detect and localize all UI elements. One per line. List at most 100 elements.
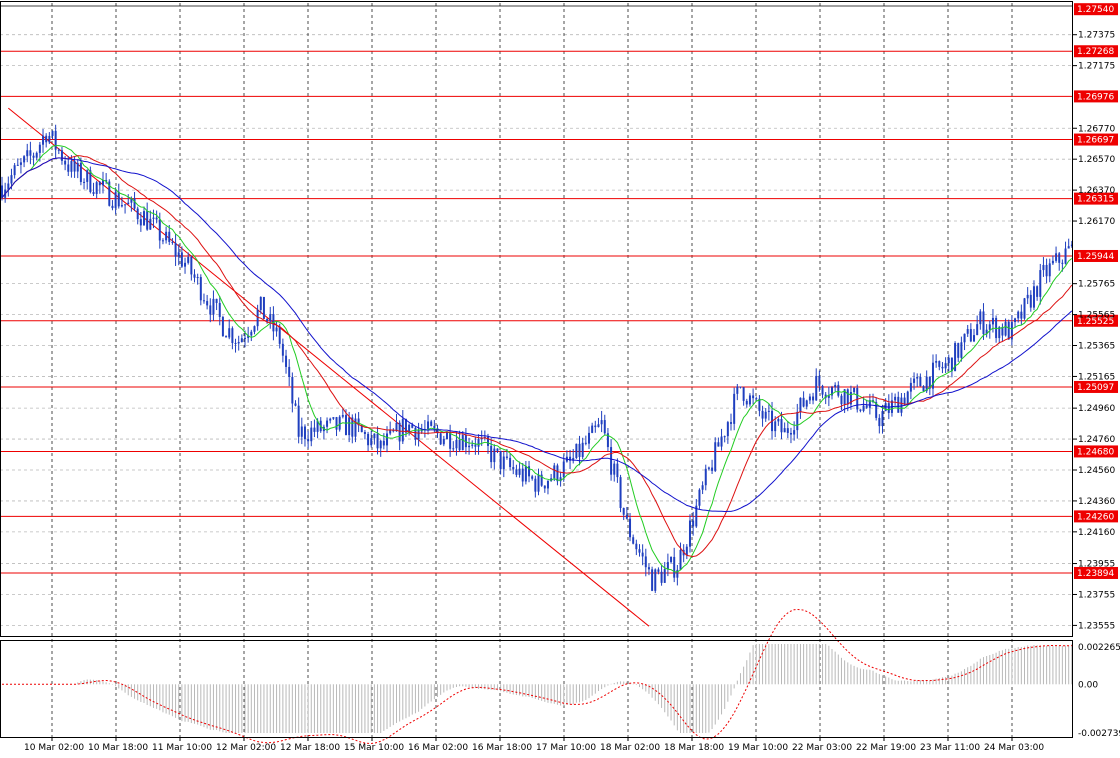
- candle-body: [745, 400, 748, 405]
- candle-body: [332, 417, 335, 419]
- candle-body: [291, 376, 294, 404]
- candle-body: [509, 457, 512, 468]
- candle-body: [966, 329, 969, 334]
- candle-body: [616, 463, 619, 478]
- price-tick-label: 1.25365: [1078, 342, 1115, 352]
- candle-body: [799, 397, 802, 412]
- candle-body: [688, 520, 691, 547]
- candle-body: [726, 422, 729, 437]
- candle-body: [42, 135, 45, 145]
- candle-body: [461, 435, 464, 451]
- level-label: 1.26976: [1077, 92, 1114, 102]
- candle-body: [629, 518, 632, 538]
- candle-body: [171, 241, 174, 243]
- candle-body: [1051, 260, 1054, 264]
- candle-body: [802, 397, 805, 407]
- terminal-chart: 1.27268 1.26976 1.26697 1.26315 1.25944 1.255…: [0, 0, 1120, 758]
- candle-body: [818, 375, 821, 386]
- candle-body: [641, 552, 644, 557]
- candle-body: [70, 161, 73, 172]
- candle-body: [1017, 311, 1020, 319]
- candle-body: [1061, 262, 1064, 264]
- candle-body: [490, 445, 493, 463]
- candle-body: [38, 144, 41, 153]
- candle-body: [632, 537, 635, 544]
- candle-body: [969, 329, 972, 342]
- candle-body: [269, 314, 272, 322]
- price-tick-label: 1.25165: [1078, 372, 1115, 382]
- candle-body: [244, 337, 247, 339]
- candle-body: [376, 433, 379, 449]
- candle-body: [83, 181, 86, 183]
- candle-body: [944, 363, 947, 369]
- candle-body: [635, 543, 638, 550]
- candle-body: [537, 474, 540, 492]
- candle-body: [515, 469, 518, 475]
- candle-body: [60, 150, 63, 161]
- candle-body: [155, 217, 158, 220]
- candle-body: [546, 480, 549, 489]
- time-tick-label: 19 Mar 10:00: [728, 743, 788, 753]
- candle-body: [35, 152, 38, 158]
- price-tick-label: 1.26770: [1078, 124, 1115, 134]
- price-tick-label: 1.24560: [1078, 466, 1115, 476]
- candle-body: [748, 395, 751, 405]
- candle-body: [553, 465, 556, 479]
- candle-body: [64, 160, 67, 165]
- candle-body: [720, 436, 723, 447]
- candle-body: [133, 198, 136, 209]
- candle-body: [127, 202, 130, 205]
- candle-body: [13, 165, 16, 176]
- price-tick-label: 1.23555: [1078, 621, 1115, 631]
- candle-body: [86, 170, 89, 182]
- candle-body: [297, 405, 300, 437]
- candle-body: [755, 398, 758, 400]
- candle-body: [821, 385, 824, 395]
- candle-body: [521, 468, 524, 482]
- candle-body: [1020, 311, 1023, 319]
- candle-body: [613, 463, 616, 475]
- candle-body: [900, 397, 903, 413]
- candle-body: [685, 546, 688, 556]
- candle-body: [957, 343, 960, 358]
- price-tick-label: 1.25565: [1078, 311, 1115, 321]
- candle-body: [19, 162, 22, 165]
- candle-body: [285, 355, 288, 367]
- candle-body: [584, 442, 587, 444]
- candle-body: [288, 366, 291, 377]
- candle-body: [262, 296, 265, 319]
- candle-body: [307, 439, 310, 442]
- candle-body: [840, 395, 843, 405]
- candle-body: [143, 211, 146, 226]
- candle-body: [496, 448, 499, 451]
- candle-body: [452, 448, 455, 450]
- candle-body: [338, 416, 341, 430]
- level-label: 1.25944: [1077, 252, 1114, 262]
- candle-body: [979, 311, 982, 325]
- time-tick-label: 18 Mar 02:00: [600, 743, 660, 753]
- candle-body: [670, 556, 673, 563]
- time-tick-label: 17 Mar 10:00: [536, 743, 596, 753]
- candle-body: [603, 420, 606, 434]
- candle-body: [752, 395, 755, 399]
- candle-body: [862, 405, 865, 411]
- level-label: 1.26315: [1077, 195, 1114, 205]
- candle-body: [363, 432, 366, 434]
- candle-body: [215, 298, 218, 303]
- level-label: 1.24260: [1077, 512, 1114, 522]
- candle-body: [16, 164, 19, 166]
- candle-body: [206, 301, 209, 306]
- level-label: 1.23894: [1077, 569, 1114, 579]
- level-label: 1.24680: [1077, 447, 1114, 457]
- candle-body: [439, 433, 442, 445]
- candle-body: [846, 389, 849, 405]
- candle-body: [341, 415, 344, 417]
- candle-body: [190, 256, 193, 275]
- level-label: 1.27268: [1077, 47, 1114, 57]
- level-label: 1.25097: [1077, 383, 1114, 393]
- candle-body: [114, 191, 117, 209]
- time-tick-label: 22 Mar 03:00: [792, 743, 852, 753]
- price-tick-label: 1.24360: [1078, 497, 1115, 507]
- candle-body: [764, 411, 767, 419]
- time-tick-label: 16 Mar 18:00: [472, 743, 532, 753]
